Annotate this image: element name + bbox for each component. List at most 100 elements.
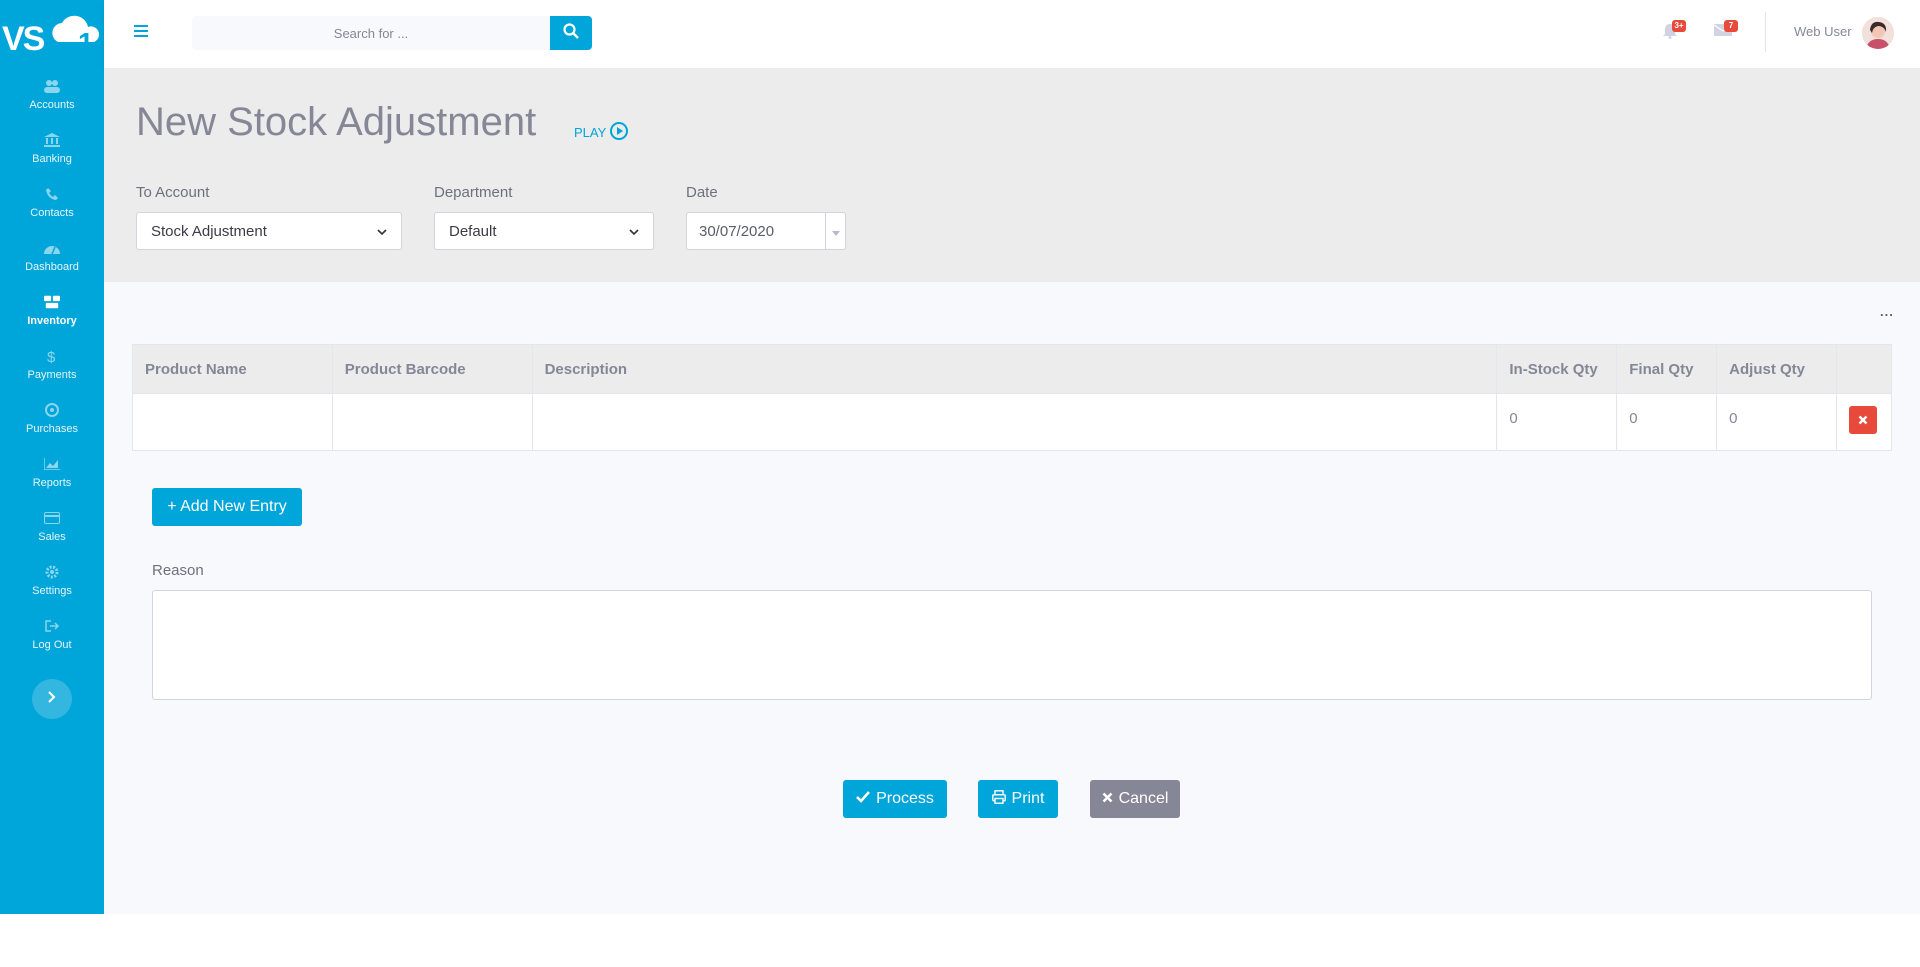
process-button[interactable]: Process bbox=[843, 780, 947, 818]
logout-icon bbox=[44, 618, 60, 634]
department-select[interactable]: Default bbox=[434, 212, 654, 250]
table-row: 0 0 0 bbox=[133, 394, 1891, 450]
sidebar-item-inventory[interactable]: Inventory bbox=[0, 292, 104, 346]
more-options-button[interactable]: ... bbox=[1880, 304, 1894, 319]
sidebar-nav: Accounts Banking Contacts Dashboard Inve… bbox=[0, 76, 104, 670]
close-icon bbox=[1858, 412, 1868, 429]
product-name-cell[interactable] bbox=[133, 394, 333, 450]
main-content: ... Product Name Product Barcode Descrip… bbox=[104, 282, 1920, 914]
messages-button[interactable]: 7 bbox=[1713, 20, 1738, 43]
sidebar-item-sales[interactable]: Sales bbox=[0, 508, 104, 562]
print-button[interactable]: Print bbox=[978, 780, 1058, 818]
sidebar-item-label: Contacts bbox=[30, 207, 74, 219]
notifications-badge: 3+ bbox=[1672, 20, 1686, 32]
sidebar-item-accounts[interactable]: Accounts bbox=[0, 76, 104, 130]
sidebar-item-contacts[interactable]: Contacts bbox=[0, 184, 104, 238]
brand-logo[interactable]: VS 1 bbox=[0, 12, 104, 58]
notifications-button[interactable]: 3+ bbox=[1662, 20, 1686, 43]
hamburger-menu-icon[interactable] bbox=[132, 22, 150, 40]
row-actions-cell bbox=[1837, 394, 1891, 450]
svg-text:1: 1 bbox=[78, 27, 94, 56]
bank-icon bbox=[44, 132, 60, 148]
adjustment-table: Product Name Product Barcode Description… bbox=[132, 344, 1892, 451]
svg-text:$: $ bbox=[47, 349, 56, 364]
to-account-select[interactable]: Stock Adjustment bbox=[136, 212, 402, 250]
chart-icon bbox=[44, 456, 60, 472]
table-header: Product Name Product Barcode Description… bbox=[133, 345, 1891, 394]
close-icon bbox=[1102, 790, 1113, 808]
caret-down-icon bbox=[831, 223, 840, 240]
department-value: Default bbox=[449, 222, 497, 240]
sidebar-item-purchases[interactable]: Purchases bbox=[0, 400, 104, 454]
date-field[interactable]: 30/07/2020 bbox=[686, 212, 846, 250]
boxes-icon bbox=[44, 294, 60, 310]
sidebar-toggle-button[interactable] bbox=[32, 679, 72, 719]
search-input[interactable] bbox=[192, 16, 550, 50]
chevron-down-icon bbox=[377, 223, 387, 240]
check-icon bbox=[856, 790, 871, 808]
sidebar-item-label: Log Out bbox=[32, 639, 72, 651]
gear-icon bbox=[44, 564, 60, 580]
sidebar-item-reports[interactable]: Reports bbox=[0, 454, 104, 508]
column-header-product-name[interactable]: Product Name bbox=[133, 345, 333, 393]
column-header-description[interactable]: Description bbox=[533, 345, 1498, 393]
to-account-value: Stock Adjustment bbox=[151, 222, 267, 240]
dollar-icon: $ bbox=[44, 348, 60, 364]
play-button[interactable]: PLAY bbox=[574, 122, 629, 143]
to-account-label: To Account bbox=[136, 184, 210, 201]
sidebar-item-banking[interactable]: Banking bbox=[0, 130, 104, 184]
date-picker-button[interactable] bbox=[825, 213, 845, 249]
play-label: PLAY bbox=[574, 125, 607, 140]
sidebar-item-dashboard[interactable]: Dashboard bbox=[0, 238, 104, 292]
topbar-divider bbox=[1765, 12, 1766, 52]
column-header-final-qty[interactable]: Final Qty bbox=[1617, 345, 1718, 393]
column-header-adjust-qty[interactable]: Adjust Qty bbox=[1717, 345, 1838, 393]
sidebar-item-label: Dashboard bbox=[25, 261, 79, 273]
search-icon bbox=[563, 22, 579, 44]
print-icon bbox=[991, 789, 1006, 809]
play-circle-icon bbox=[610, 122, 629, 143]
reason-textarea[interactable] bbox=[152, 590, 1872, 700]
search-button[interactable] bbox=[550, 16, 592, 50]
sidebar-item-label: Purchases bbox=[26, 423, 78, 435]
in-stock-qty-cell[interactable]: 0 bbox=[1497, 394, 1618, 450]
sidebar-item-label: Inventory bbox=[27, 315, 77, 327]
add-new-entry-button[interactable]: + Add New Entry bbox=[152, 488, 302, 526]
process-label: Process bbox=[876, 790, 934, 807]
column-header-actions bbox=[1837, 345, 1891, 393]
sidebar-item-label: Sales bbox=[38, 531, 66, 543]
gauge-icon bbox=[44, 240, 60, 256]
avatar[interactable] bbox=[1862, 17, 1894, 49]
sidebar-item-logout[interactable]: Log Out bbox=[0, 616, 104, 670]
card-icon bbox=[44, 510, 60, 526]
messages-badge: 7 bbox=[1724, 20, 1738, 32]
chevron-right-icon bbox=[48, 690, 56, 708]
date-value: 30/07/2020 bbox=[699, 222, 775, 240]
sidebar-item-label: Banking bbox=[32, 153, 72, 165]
cancel-button[interactable]: Cancel bbox=[1090, 780, 1180, 818]
sidebar-item-settings[interactable]: Settings bbox=[0, 562, 104, 616]
sidebar-item-label: Accounts bbox=[29, 99, 75, 111]
delete-row-button[interactable] bbox=[1849, 406, 1878, 434]
phone-icon bbox=[44, 186, 60, 202]
reason-label: Reason bbox=[152, 562, 204, 579]
coin-icon bbox=[44, 402, 60, 418]
sidebar: VS 1 Accounts Banking Contacts Dashboard bbox=[0, 0, 104, 914]
user-name[interactable]: Web User bbox=[1794, 24, 1852, 39]
column-header-product-barcode[interactable]: Product Barcode bbox=[333, 345, 533, 393]
column-header-in-stock-qty[interactable]: In-Stock Qty bbox=[1497, 345, 1618, 393]
topbar: 3+ 7 Web User bbox=[104, 0, 1920, 68]
sidebar-item-label: Reports bbox=[32, 477, 72, 489]
adjust-qty-cell[interactable]: 0 bbox=[1717, 394, 1838, 450]
sidebar-item-payments[interactable]: $ Payments bbox=[0, 346, 104, 400]
page-header: New Stock Adjustment PLAY To Account Sto… bbox=[104, 68, 1920, 282]
sidebar-item-label: Settings bbox=[32, 585, 72, 597]
print-label: Print bbox=[1011, 790, 1045, 807]
users-icon bbox=[44, 78, 60, 94]
date-label: Date bbox=[686, 184, 718, 201]
department-label: Department bbox=[434, 184, 513, 201]
description-cell[interactable] bbox=[533, 394, 1498, 450]
svg-text:VS: VS bbox=[2, 20, 45, 56]
final-qty-cell[interactable]: 0 bbox=[1617, 394, 1718, 450]
product-barcode-cell[interactable] bbox=[333, 394, 533, 450]
